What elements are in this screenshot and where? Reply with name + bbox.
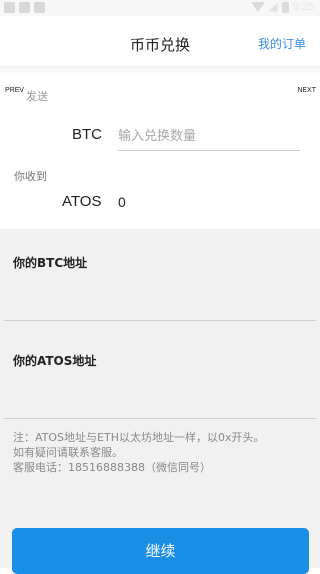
next-button[interactable]: NEXT bbox=[297, 87, 316, 94]
btc-address-label: 你的BTC地址 bbox=[13, 256, 88, 270]
note-line: 注：ATOS地址与ETH以太坊地址一样，以0x开头。 bbox=[13, 431, 265, 444]
continue-button[interactable]: 继续 bbox=[12, 528, 309, 574]
btc-address-input[interactable] bbox=[4, 298, 316, 321]
status-notifications bbox=[4, 2, 45, 13]
wifi-icon bbox=[250, 2, 265, 12]
my-orders-link[interactable]: 我的订单 bbox=[258, 35, 306, 52]
receive-amount: 0 bbox=[118, 194, 126, 210]
status-bar: 9:25 bbox=[0, 0, 320, 16]
atos-address-input[interactable] bbox=[4, 396, 316, 419]
status-system: 9:25 bbox=[250, 1, 314, 13]
header-shadow bbox=[0, 67, 320, 77]
receive-currency: ATOS bbox=[62, 193, 102, 210]
note-line: 客服电话：18516888388（微信同号） bbox=[13, 461, 211, 474]
receive-label: 你收到 bbox=[14, 170, 47, 183]
navigation-bar: 币币兑换 我的订单 bbox=[0, 16, 320, 67]
exchange-amount-input[interactable] bbox=[118, 122, 300, 151]
notification-icon bbox=[19, 2, 30, 13]
image-icon bbox=[34, 2, 45, 13]
signal-icon bbox=[268, 2, 278, 12]
note-line: 如有疑问请联系客服。 bbox=[13, 446, 123, 459]
send-label: 发送 bbox=[26, 90, 48, 103]
atos-address-label: 你的ATOS地址 bbox=[13, 354, 97, 368]
address-note: 注：ATOS地址与ETH以太坊地址一样，以0x开头。 如有疑问请联系客服。 客服… bbox=[13, 430, 313, 475]
status-time: 9:25 bbox=[292, 1, 314, 13]
send-currency: BTC bbox=[72, 126, 102, 143]
notification-icon bbox=[4, 2, 15, 13]
prev-button[interactable]: PREV bbox=[5, 87, 24, 94]
battery-icon bbox=[281, 1, 289, 13]
